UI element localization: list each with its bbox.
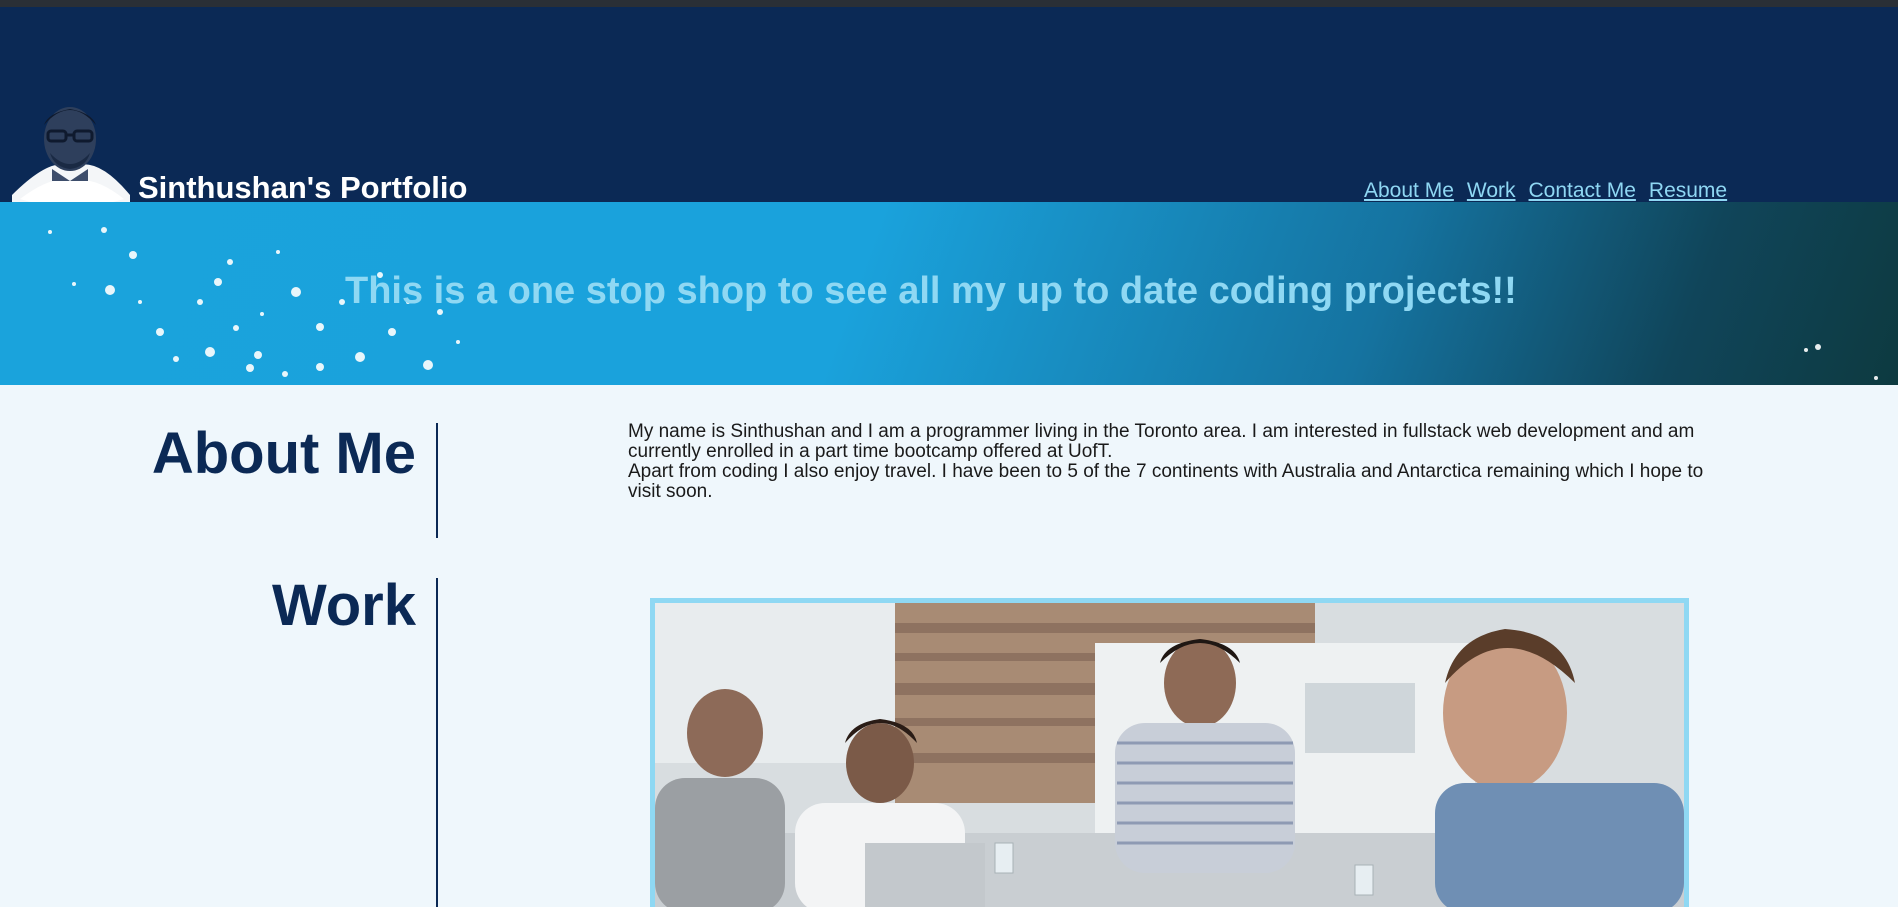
about-me-text: My name is Sinthushan and I am a program… (628, 422, 1708, 502)
site-header: Sinthushan's Portfolio About Me Work Con… (0, 7, 1898, 209)
about-me-heading: About Me (151, 421, 416, 486)
nav-link-contact-me[interactable]: Contact Me (1529, 179, 1636, 203)
nav-link-work[interactable]: Work (1467, 179, 1516, 203)
about-divider (436, 423, 438, 538)
nav-link-resume[interactable]: Resume (1649, 179, 1727, 203)
hero-tagline: This is a one stop shop to see all my up… (345, 270, 1517, 312)
nav-link-about-me[interactable]: About Me (1364, 179, 1454, 203)
about-paragraph-1: My name is Sinthushan and I am a program… (628, 421, 1695, 462)
work-heading: Work (272, 573, 416, 638)
profile-avatar (12, 107, 130, 209)
work-divider (436, 578, 438, 907)
main-nav: About Me Work Contact Me Resume (1364, 179, 1727, 203)
site-title: Sinthushan's Portfolio (138, 170, 468, 205)
team-meeting-photo (655, 603, 1684, 907)
browser-top-edge (0, 0, 1898, 7)
hero-banner: This is a one stop shop to see all my up… (0, 202, 1898, 385)
work-project-image[interactable] (650, 598, 1689, 907)
about-paragraph-2: Apart from coding I also enjoy travel. I… (628, 461, 1704, 502)
